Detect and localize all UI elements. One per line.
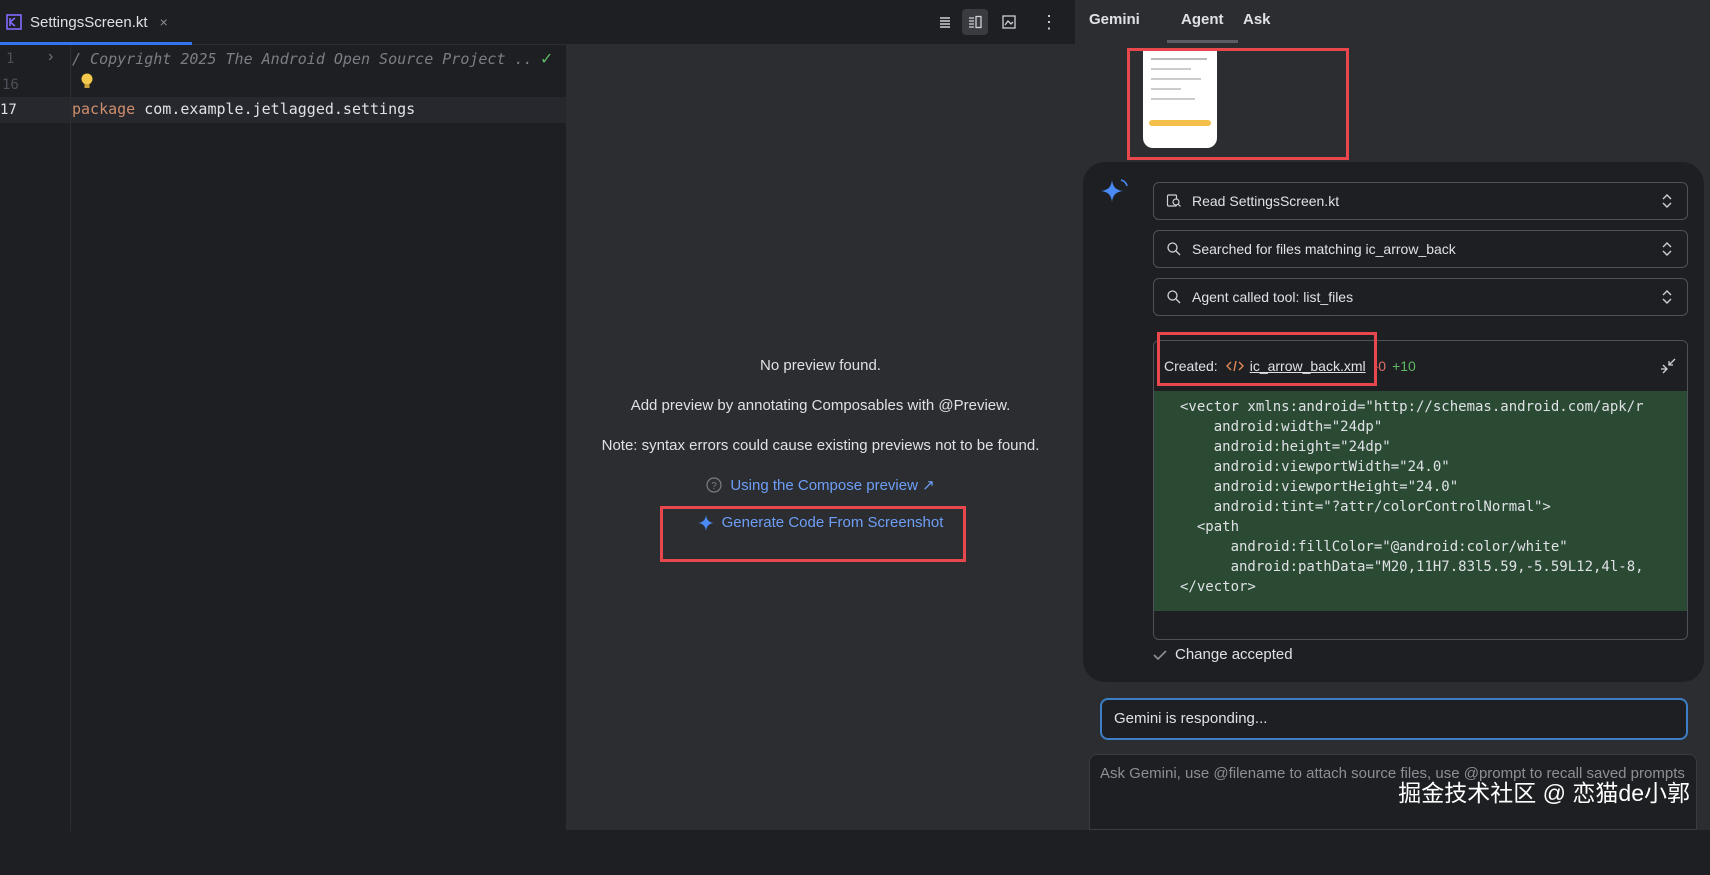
syntax-note: Note: syntax errors could cause existing… [601,437,1040,454]
check-icon: ✓ [540,51,554,68]
file-search-icon [1166,193,1184,209]
diff-line: android:height="24dp" [1180,439,1391,455]
diff-line: android:tint="?attr/colorControlNormal"> [1180,499,1551,515]
search-icon [1166,289,1184,305]
compose-preview-link-label[interactable]: Using the Compose preview ↗ [730,476,934,494]
line-gutter: 1 16 17 › [0,45,71,831]
tool-call-label: Searched for files matching ic_arrow_bac… [1192,241,1456,257]
tab-agent[interactable]: Agent [1167,0,1238,43]
split-view-button[interactable] [962,9,988,35]
split-view-icon [969,15,982,29]
gemini-panel: Gemini Agent Ask Read SettingsScreen.kt [1075,0,1710,830]
diff-line: android:pathData="M20,11H7.83l5.59,-5.59… [1180,559,1644,575]
kotlin-file-icon [6,14,22,30]
tab-label: SettingsScreen.kt [30,13,148,31]
design-view-button[interactable] [996,9,1022,35]
code-editor[interactable]: 1 16 17 › / Copyright 2025 The Android O… [0,45,566,875]
tab-settingsscreen-kt[interactable]: SettingsScreen.kt × [0,0,192,45]
no-preview-text: No preview found. [760,357,881,374]
editor-tab-bar: SettingsScreen.kt × ⋮ [0,0,1075,45]
fold-chevron-icon[interactable]: › [48,48,53,66]
expand-chevron-icon[interactable] [1659,288,1675,306]
gemini-tab-bar: Gemini Agent Ask [1075,0,1710,44]
code-view-icon [940,17,950,28]
tab-ask[interactable]: Ask [1243,0,1271,40]
design-view-icon [1002,15,1016,29]
tool-call-list-files[interactable]: Agent called tool: list_files [1153,278,1688,316]
code-line-package: package com.example.jetlagged.settings [72,100,415,118]
check-icon [1153,649,1167,660]
help-icon: ? [706,477,722,493]
line-number: 16 [2,77,19,93]
code-diff-added: <vector xmlns:android="http://schemas.an… [1154,391,1687,611]
diff-line: android:viewportWidth="24.0" [1180,459,1450,475]
agent-response-card: Read SettingsScreen.kt Searched for file… [1083,162,1704,682]
preview-pane: No preview found. Add preview by annotat… [566,45,1075,830]
change-accepted-label: Change accepted [1175,646,1293,663]
highlight-box [1127,48,1349,160]
search-icon [1166,241,1184,257]
gemini-sparkle-icon [1101,179,1128,202]
diff-line: android:width="24dp" [1180,419,1383,435]
line-number: 1 [6,51,15,67]
code-line-copyright: / Copyright 2025 The Android Open Source… [72,50,533,68]
keyword: package [72,100,136,118]
change-accepted-status: Change accepted [1153,646,1293,663]
add-preview-hint: Add preview by annotating Composables wi… [630,397,1011,414]
diff-line: </vector> [1180,579,1256,595]
expand-chevron-icon[interactable] [1659,192,1675,210]
collapse-icon[interactable] [1659,357,1677,375]
highlight-box [1157,332,1377,386]
lines-added: +10 [1392,358,1416,374]
expand-chevron-icon[interactable] [1659,240,1675,258]
tool-call-label: Agent called tool: list_files [1192,289,1354,305]
highlight-box [660,506,966,562]
tool-call-label: Read SettingsScreen.kt [1192,193,1340,209]
svg-text:?: ? [712,481,718,492]
gemini-responding-indicator: Gemini is responding... [1100,698,1688,740]
close-tab-icon[interactable]: × [160,14,168,30]
more-options-button[interactable]: ⋮ [1036,9,1062,35]
diff-line: <vector xmlns:android="http://schemas.an… [1180,399,1644,415]
diff-line: <path [1180,519,1240,535]
code-view-button[interactable] [932,9,958,35]
diff-line: android:viewportHeight="24.0" [1180,479,1459,495]
watermark-text: 掘金技术社区 @ 恋猫de小郭 [1398,780,1690,806]
diff-line: android:fillColor="@android:color/white" [1180,539,1568,555]
lightbulb-icon[interactable] [80,72,94,90]
compose-preview-link[interactable]: ? Using the Compose preview ↗ [566,476,1075,494]
tool-call-search[interactable]: Searched for files matching ic_arrow_bac… [1153,230,1688,268]
line-number: 17 [0,102,17,118]
tab-gemini[interactable]: Gemini [1089,0,1140,40]
package-name: com.example.jetlagged.settings [135,100,416,118]
tool-call-read-file[interactable]: Read SettingsScreen.kt [1153,182,1688,220]
